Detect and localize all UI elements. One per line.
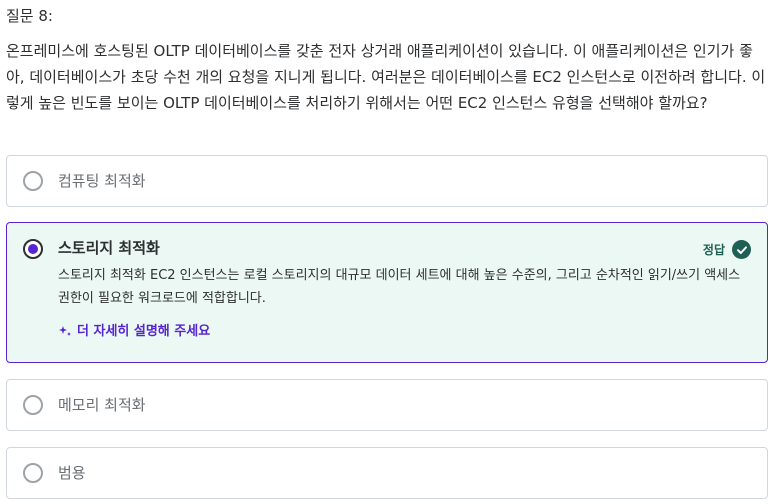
answer-option-label: 스토리지 최적화 xyxy=(58,239,160,257)
radio-unchecked-icon[interactable] xyxy=(23,171,43,191)
sparkle-icon xyxy=(58,323,72,337)
answer-option-label: 범용 xyxy=(58,464,86,482)
answer-option-label: 메모리 최적화 xyxy=(58,396,146,414)
radio-unchecked-icon[interactable] xyxy=(23,395,43,415)
answer-option-label: 컴퓨팅 최적화 xyxy=(58,172,146,190)
answer-option-storage-optimized[interactable]: 스토리지 최적화 정답 스토리지 최적화 EC2 인스턴스는 로컬 스토리지의 … xyxy=(6,222,768,363)
explain-more-button[interactable]: 더 자세히 설명해 주세요 xyxy=(58,320,210,339)
answer-option-compute-optimized[interactable]: 컴퓨팅 최적화 xyxy=(6,155,768,207)
answer-explanation: 스토리지 최적화 EC2 인스턴스는 로컬 스토리지의 대규모 데이터 세트에 … xyxy=(58,268,741,306)
explain-more-label: 더 자세히 설명해 주세요 xyxy=(77,324,211,339)
answer-option-general-purpose[interactable]: 범용 xyxy=(6,447,768,499)
radio-unchecked-icon[interactable] xyxy=(23,463,43,483)
radio-checked-icon[interactable] xyxy=(23,239,43,259)
radio-dot xyxy=(28,244,38,254)
question-text: 온프레미스에 호스팅된 OLTP 데이터베이스를 갖춘 전자 상거래 애플리케이… xyxy=(6,42,766,112)
question-number: 질문 8: xyxy=(6,7,53,25)
correct-answer-label: 정답 xyxy=(702,243,725,257)
check-circle-icon xyxy=(732,240,751,259)
correct-answer-badge: 정답 xyxy=(703,240,751,259)
answer-option-memory-optimized[interactable]: 메모리 최적화 xyxy=(6,379,768,431)
